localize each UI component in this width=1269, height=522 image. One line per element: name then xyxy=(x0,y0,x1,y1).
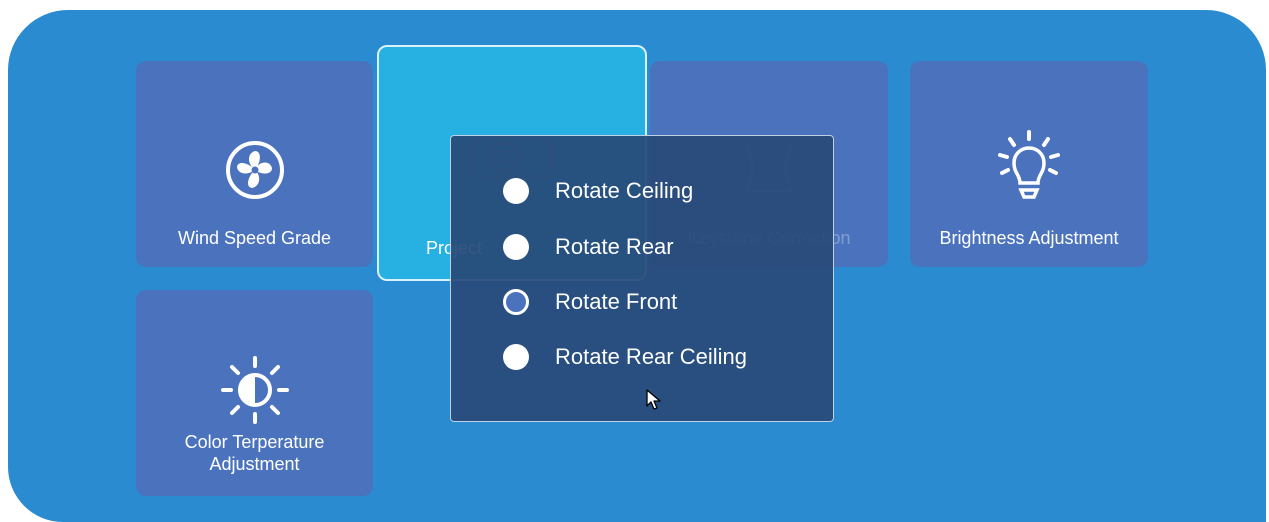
tile-wind-speed-grade[interactable]: Wind Speed Grade xyxy=(136,61,373,267)
tile-color-temperature-adjustment[interactable]: Color Terperature Adjustment xyxy=(136,290,373,496)
option-label: Rotate Rear xyxy=(555,234,674,259)
option-label: Rotate Front xyxy=(555,289,678,314)
radio-unchecked[interactable] xyxy=(503,234,529,260)
tile-label: Wind Speed Grade xyxy=(177,228,332,248)
option-label: Rotate Ceiling xyxy=(555,178,694,203)
tile-label: Brightness Adjustment xyxy=(939,228,1119,248)
tile-label-line2: Adjustment xyxy=(209,454,300,474)
option-rotate-front[interactable]: Rotate Front xyxy=(503,282,677,322)
radio-checked[interactable] xyxy=(503,289,529,315)
radio-unchecked[interactable] xyxy=(503,344,529,370)
radio-unchecked[interactable] xyxy=(503,178,529,204)
option-label: Rotate Rear Ceiling xyxy=(555,344,747,369)
tile-label-line1: Color Terperature xyxy=(184,432,325,452)
projection-mode-dialog: Rotate Ceiling Rotate Rear Rotate Front … xyxy=(450,135,834,422)
contrast-sun-icon xyxy=(220,356,289,424)
fan-icon xyxy=(225,141,284,199)
option-rotate-rear-ceiling[interactable]: Rotate Rear Ceiling xyxy=(503,337,747,377)
option-rotate-ceiling[interactable]: Rotate Ceiling xyxy=(503,171,693,211)
lightbulb-icon xyxy=(998,130,1060,199)
option-rotate-rear[interactable]: Rotate Rear xyxy=(503,227,674,267)
tile-brightness-adjustment[interactable]: Brightness Adjustment xyxy=(910,61,1148,267)
mouse-cursor-icon xyxy=(646,389,661,410)
